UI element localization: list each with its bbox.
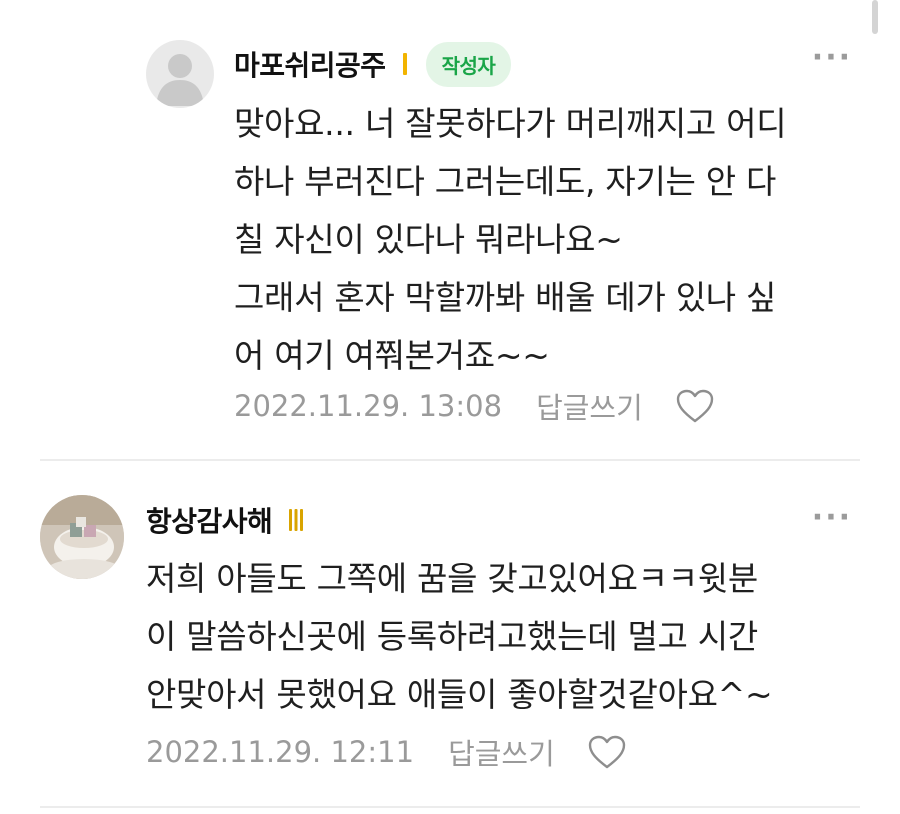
comment-divider: [40, 806, 860, 808]
comment-date: 2022.11.29. 12:11: [146, 735, 415, 769]
comment-line: 하나 부러진다 그러는데도, 자기는 안 다: [234, 162, 777, 201]
comment-text: 저희 아들도 그쪽에 꿈을 갖고있어요ㅋㅋ윗분 이 말씀하신곳에 등록하려고했는…: [146, 550, 773, 724]
comment-line: 칠 자신이 있다나 뭐라나요~: [234, 220, 623, 259]
author-name[interactable]: 항상감사해: [146, 500, 273, 540]
default-profile-icon: [156, 54, 204, 106]
comment-date: 2022.11.29. 13:08: [234, 389, 503, 423]
more-options-button[interactable]: ···: [812, 500, 852, 535]
comment-line: 어 여기 여쭤본거죠~~: [234, 336, 550, 375]
avatar[interactable]: [40, 495, 124, 579]
author-name[interactable]: 마포쉬리공주: [234, 44, 386, 84]
avatar[interactable]: [146, 40, 214, 108]
comment-item: 항상감사해 ··· 저희 아들도 그쪽에 꿈을 갖고있어요ㅋㅋ윗분 이 말씀하신…: [0, 462, 900, 814]
comment-item: 마포쉬리공주 작성자 ··· 맞아요... 너 잘못하다가 머리깨지고 어디 하…: [0, 0, 900, 462]
reply-button[interactable]: 답글쓰기: [536, 385, 643, 427]
member-level-icon: [402, 53, 408, 75]
comment-line: 그래서 혼자 막할까봐 배울 데가 있나 싶: [234, 278, 777, 317]
comment-line: 저희 아들도 그쪽에 꿈을 갖고있어요ㅋㅋ윗분: [146, 559, 758, 598]
comment-line: 안맞아서 못했어요 애들이 좋아할것같아요^~: [146, 675, 773, 714]
more-options-button[interactable]: ···: [812, 40, 852, 75]
reply-button[interactable]: 답글쓰기: [448, 731, 555, 773]
like-heart-icon[interactable]: [587, 734, 627, 770]
comment-line: 맞아요... 너 잘못하다가 머리깨지고 어디: [234, 104, 787, 143]
like-heart-icon[interactable]: [675, 388, 715, 424]
comment-divider: [40, 459, 860, 461]
writer-badge: 작성자: [425, 41, 512, 87]
profile-photo-icon: [40, 495, 124, 579]
member-level-icon: [288, 509, 304, 531]
comment-text: 맞아요... 너 잘못하다가 머리깨지고 어디 하나 부러진다 그러는데도, 자…: [234, 95, 787, 385]
comment-line: 이 말씀하신곳에 등록하려고했는데 멀고 시간: [146, 617, 758, 656]
